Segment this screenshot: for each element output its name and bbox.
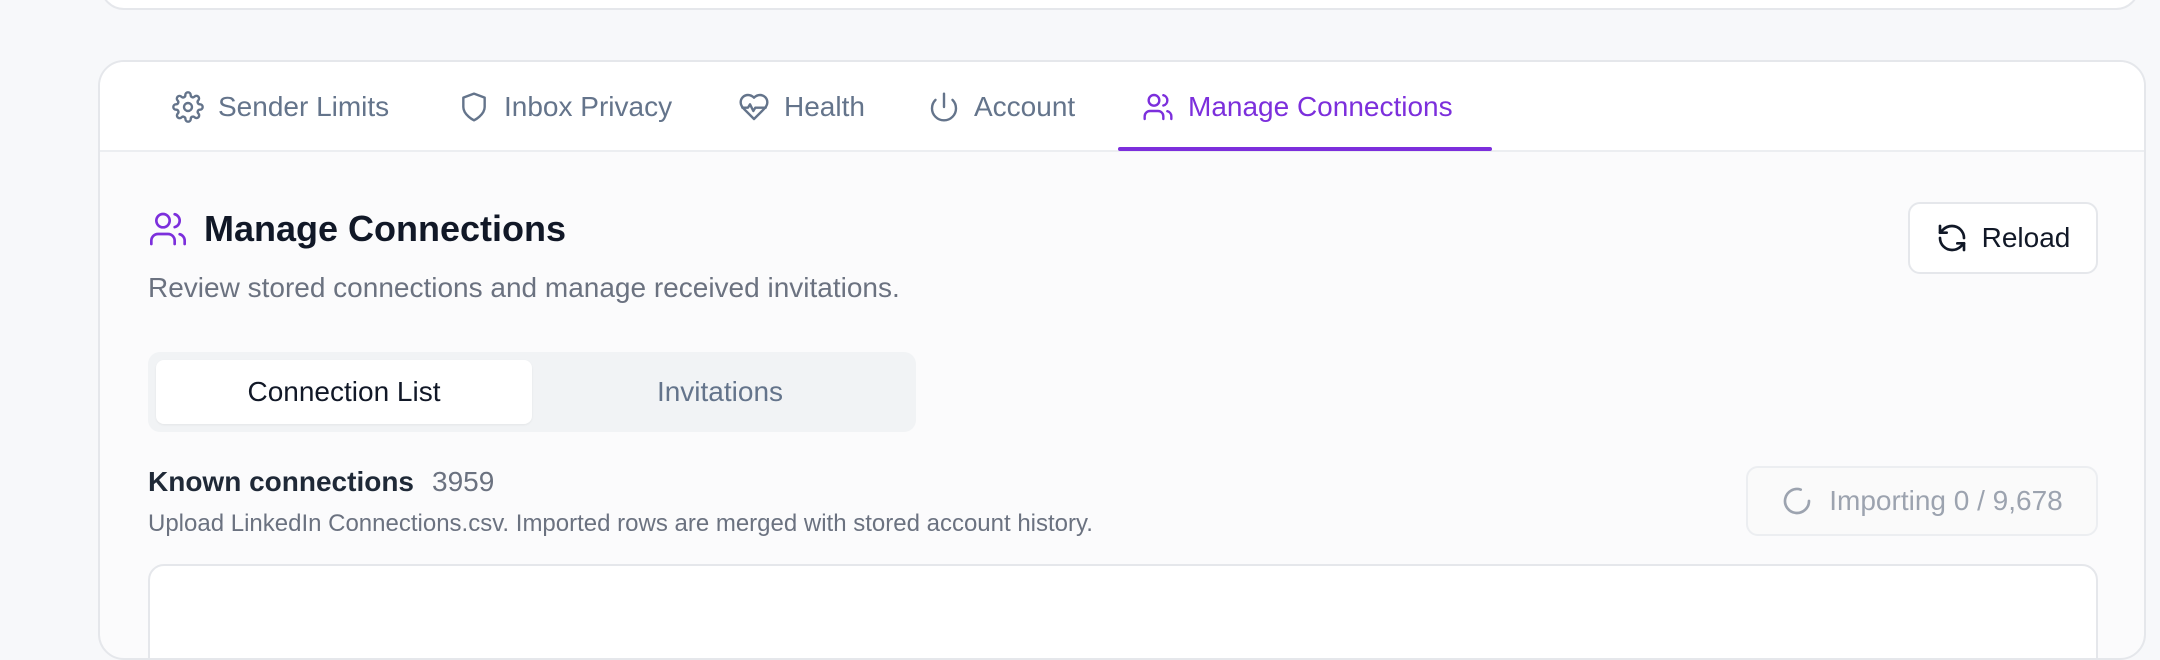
tab-health[interactable]: Health <box>738 62 865 152</box>
known-connections-label: Known connections <box>148 466 414 497</box>
import-label: Importing 0 / 9,678 <box>1829 485 2063 516</box>
previous-card <box>100 0 2140 10</box>
reload-label: Reload <box>1981 222 2071 253</box>
page-title: Manage Connections <box>204 208 567 249</box>
segment-invitations[interactable]: Invitations <box>532 360 908 424</box>
tab-label: Sender Limits <box>218 91 390 122</box>
tab-manage-connections[interactable]: Manage Connections <box>1142 62 1453 152</box>
tab-bar: Sender Limits Inbox Privacy Health Accou… <box>100 62 2144 152</box>
view-switcher: Connection List Invitations <box>148 352 916 432</box>
tab-inbox-privacy[interactable]: Inbox Privacy <box>458 62 672 152</box>
tab-label: Account <box>974 91 1076 122</box>
upload-help-text: Upload LinkedIn Connections.csv. Importe… <box>148 510 1093 537</box>
heart-pulse-icon <box>738 91 770 123</box>
reload-button[interactable]: Reload <box>1908 202 2098 274</box>
settings-card: Sender Limits Inbox Privacy Health Accou… <box>98 60 2146 660</box>
gear-icon <box>172 91 204 123</box>
active-tab-indicator <box>1118 147 1492 151</box>
power-icon <box>928 91 960 123</box>
section-header: Manage Connections <box>148 208 566 250</box>
import-button[interactable]: Importing 0 / 9,678 <box>1746 466 2098 536</box>
refresh-icon <box>1936 222 1968 254</box>
tab-account[interactable]: Account <box>928 62 1075 152</box>
tab-label: Manage Connections <box>1188 91 1453 122</box>
users-icon <box>1142 91 1174 123</box>
connections-table-container <box>148 564 2098 658</box>
known-connections-row: Known connections 3959 <box>148 466 494 498</box>
segment-connection-list[interactable]: Connection List <box>156 360 532 424</box>
tab-label: Inbox Privacy <box>504 91 673 122</box>
shield-icon <box>458 91 490 123</box>
known-connections-count: 3959 <box>432 466 495 497</box>
tab-sender-limits[interactable]: Sender Limits <box>172 62 389 152</box>
users-icon <box>148 209 188 249</box>
spinner-icon <box>1781 485 1813 517</box>
page-description: Review stored connections and manage rec… <box>148 272 900 303</box>
tab-label: Health <box>784 91 865 122</box>
